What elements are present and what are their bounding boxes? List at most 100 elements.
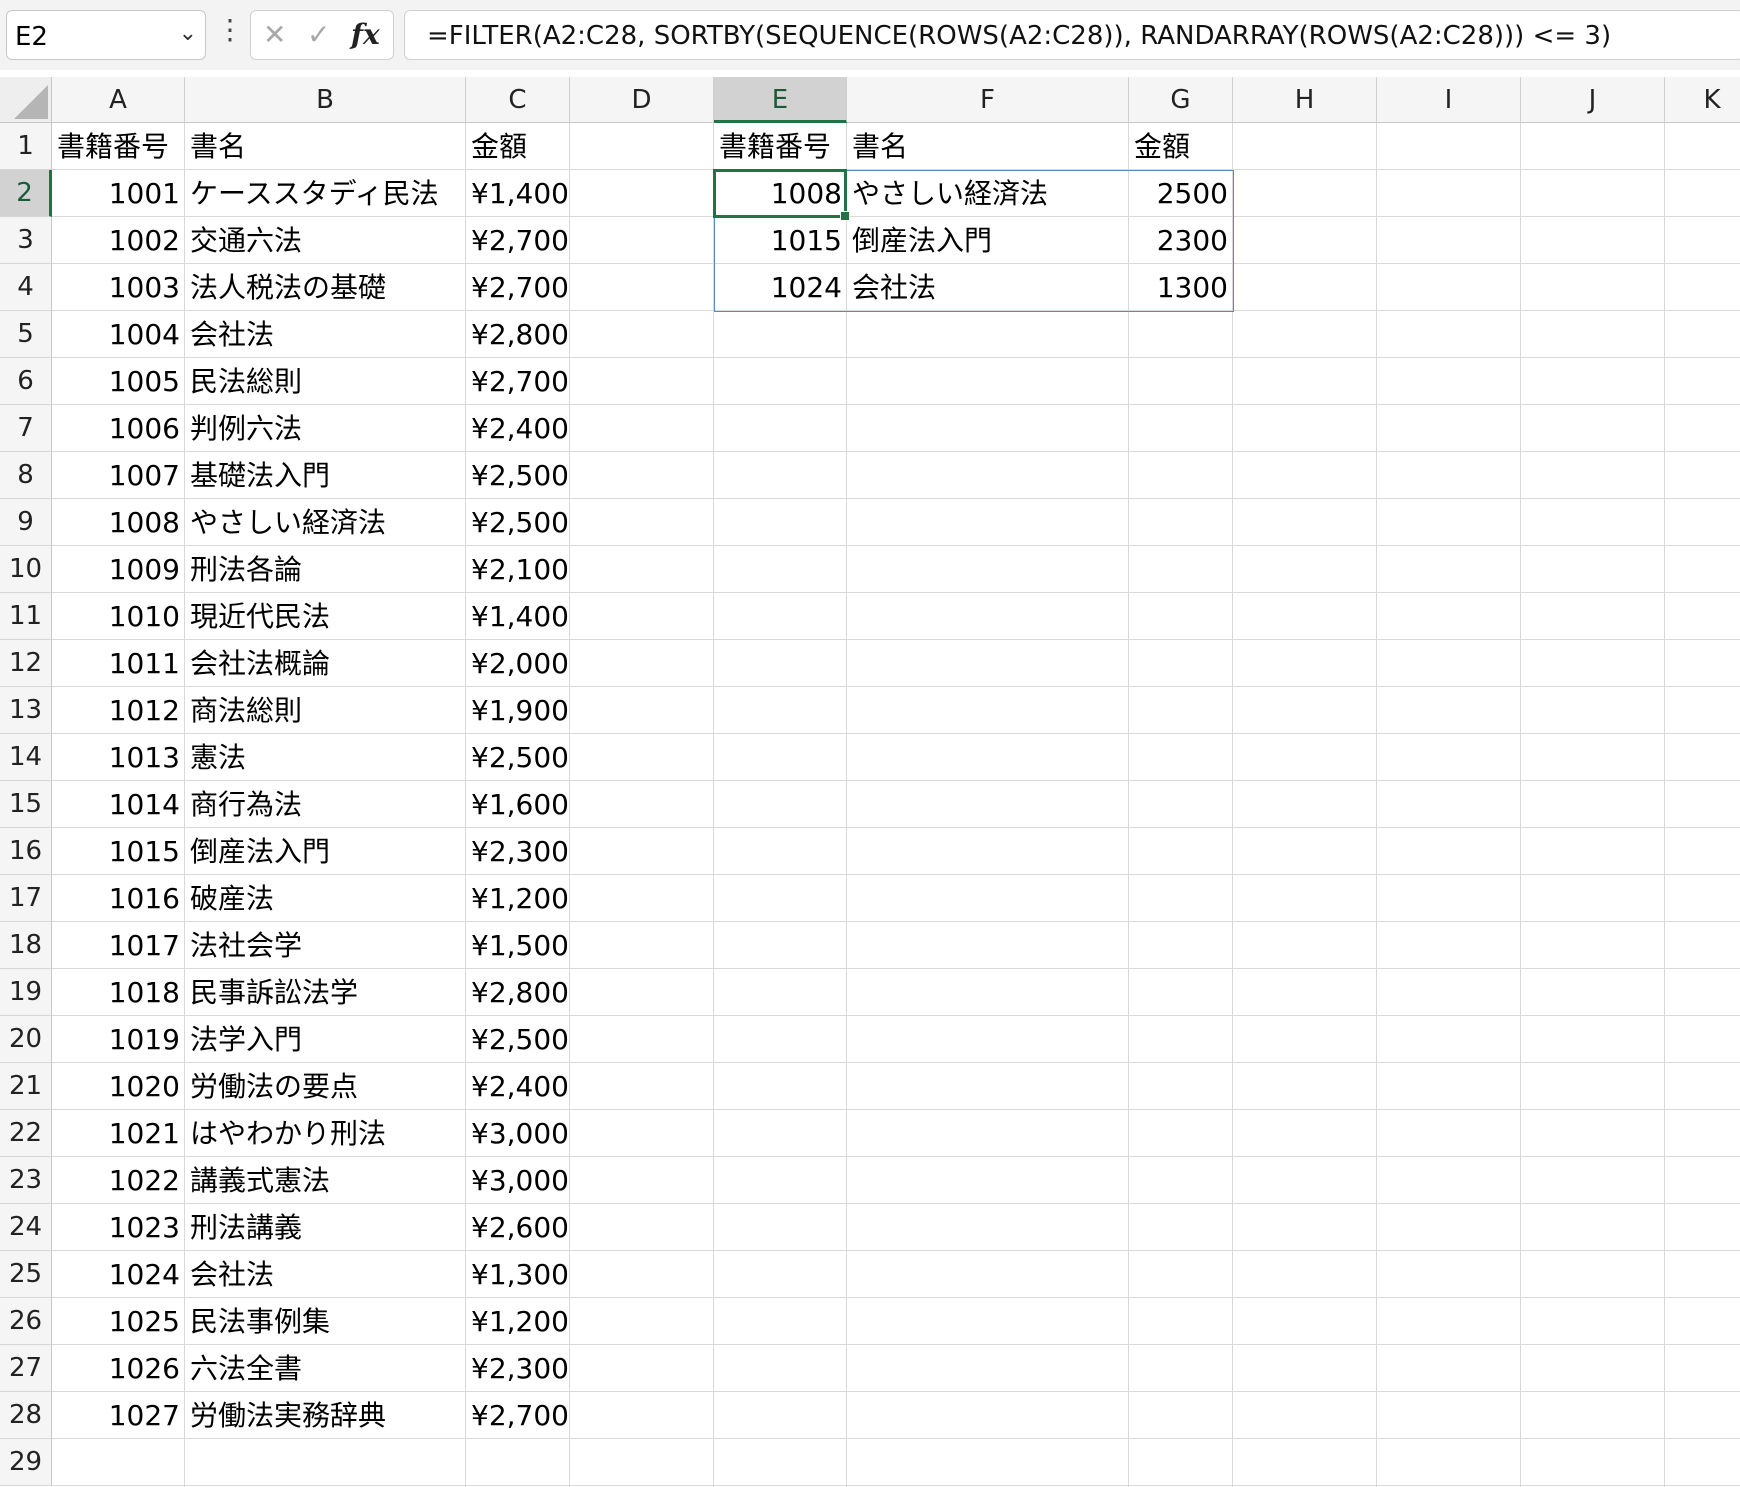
cell-B23[interactable]: 講義式憲法 [185, 1157, 466, 1204]
cell-C23[interactable]: ¥3,000 [466, 1157, 570, 1204]
cell-A19[interactable]: 1018 [52, 969, 185, 1016]
row-header-2[interactable]: 2 [0, 170, 52, 217]
row-header-13[interactable]: 13 [0, 687, 52, 734]
column-header-J[interactable]: J [1521, 77, 1665, 123]
cell-A3[interactable]: 1002 [52, 217, 185, 264]
row-header-19[interactable]: 19 [0, 969, 52, 1016]
cell-C18[interactable]: ¥1,500 [466, 922, 570, 969]
row-header-27[interactable]: 27 [0, 1345, 52, 1392]
cell-B18[interactable]: 法社会学 [185, 922, 466, 969]
cell-C20[interactable]: ¥2,500 [466, 1016, 570, 1063]
cell-A6[interactable]: 1005 [52, 358, 185, 405]
row-header-4[interactable]: 4 [0, 264, 52, 311]
cell-B3[interactable]: 交通六法 [185, 217, 466, 264]
result-cell-F4[interactable]: 会社法 [847, 264, 1129, 311]
row-header-22[interactable]: 22 [0, 1110, 52, 1157]
cell-B19[interactable]: 民事訴訟法学 [185, 969, 466, 1016]
cell-B20[interactable]: 法学入門 [185, 1016, 466, 1063]
column-header-K[interactable]: K [1665, 77, 1740, 123]
row-header-28[interactable]: 28 [0, 1392, 52, 1439]
cell-A25[interactable]: 1024 [52, 1251, 185, 1298]
row-header-3[interactable]: 3 [0, 217, 52, 264]
column-header-H[interactable]: H [1233, 77, 1377, 123]
result-cell-E2[interactable]: 1008 [714, 170, 847, 217]
cell-A11[interactable]: 1010 [52, 593, 185, 640]
cell-C11[interactable]: ¥1,400 [466, 593, 570, 640]
more-options-icon[interactable]: ⋮ [216, 16, 244, 44]
cell-A5[interactable]: 1004 [52, 311, 185, 358]
cell-B2[interactable]: ケーススタディ民法 [185, 170, 466, 217]
row-header-9[interactable]: 9 [0, 499, 52, 546]
column-header-G[interactable]: G [1129, 77, 1233, 123]
result-cell-G3[interactable]: 2300 [1129, 217, 1233, 264]
cell-C17[interactable]: ¥1,200 [466, 875, 570, 922]
column-header-D[interactable]: D [570, 77, 714, 123]
cell-B4[interactable]: 法人税法の基礎 [185, 264, 466, 311]
cell-C16[interactable]: ¥2,300 [466, 828, 570, 875]
row-header-6[interactable]: 6 [0, 358, 52, 405]
cell-B22[interactable]: はやわかり刑法 [185, 1110, 466, 1157]
cell-B10[interactable]: 刑法各論 [185, 546, 466, 593]
row-header-17[interactable]: 17 [0, 875, 52, 922]
cell-C12[interactable]: ¥2,000 [466, 640, 570, 687]
cell-B26[interactable]: 民法事例集 [185, 1298, 466, 1345]
cancel-icon[interactable]: ✕ [263, 18, 286, 51]
cell-C9[interactable]: ¥2,500 [466, 499, 570, 546]
cell-A22[interactable]: 1021 [52, 1110, 185, 1157]
cell-A23[interactable]: 1022 [52, 1157, 185, 1204]
column-header-B[interactable]: B [185, 77, 466, 123]
cell-B8[interactable]: 基礎法入門 [185, 452, 466, 499]
header-cell-B1[interactable]: 書名 [185, 123, 466, 170]
cell-B11[interactable]: 現近代民法 [185, 593, 466, 640]
cell-C7[interactable]: ¥2,400 [466, 405, 570, 452]
cell-C19[interactable]: ¥2,800 [466, 969, 570, 1016]
cell-C4[interactable]: ¥2,700 [466, 264, 570, 311]
row-header-18[interactable]: 18 [0, 922, 52, 969]
header-cell-A1[interactable]: 書籍番号 [52, 123, 185, 170]
cell-A20[interactable]: 1019 [52, 1016, 185, 1063]
row-header-26[interactable]: 26 [0, 1298, 52, 1345]
row-header-16[interactable]: 16 [0, 828, 52, 875]
header-cell-C1[interactable]: 金額 [466, 123, 570, 170]
row-header-10[interactable]: 10 [0, 546, 52, 593]
cell-B16[interactable]: 倒産法入門 [185, 828, 466, 875]
formula-input[interactable]: =FILTER(A2:C28, SORTBY(SEQUENCE(ROWS(A2:… [404, 10, 1740, 60]
cell-A26[interactable]: 1025 [52, 1298, 185, 1345]
chevron-down-icon[interactable]: ⌄ [179, 21, 197, 46]
row-header-11[interactable]: 11 [0, 593, 52, 640]
row-header-5[interactable]: 5 [0, 311, 52, 358]
cell-C22[interactable]: ¥3,000 [466, 1110, 570, 1157]
cell-C28[interactable]: ¥2,700 [466, 1392, 570, 1439]
cell-B17[interactable]: 破産法 [185, 875, 466, 922]
cell-C14[interactable]: ¥2,500 [466, 734, 570, 781]
column-header-I[interactable]: I [1377, 77, 1521, 123]
cell-A18[interactable]: 1017 [52, 922, 185, 969]
row-header-12[interactable]: 12 [0, 640, 52, 687]
row-header-8[interactable]: 8 [0, 452, 52, 499]
cell-B12[interactable]: 会社法概論 [185, 640, 466, 687]
cell-B24[interactable]: 刑法講義 [185, 1204, 466, 1251]
row-header-1[interactable]: 1 [0, 123, 52, 170]
result-cell-G2[interactable]: 2500 [1129, 170, 1233, 217]
column-header-F[interactable]: F [847, 77, 1129, 123]
cell-C26[interactable]: ¥1,200 [466, 1298, 570, 1345]
row-header-20[interactable]: 20 [0, 1016, 52, 1063]
row-header-24[interactable]: 24 [0, 1204, 52, 1251]
cell-B9[interactable]: やさしい経済法 [185, 499, 466, 546]
result-cell-E3[interactable]: 1015 [714, 217, 847, 264]
cell-A14[interactable]: 1013 [52, 734, 185, 781]
cell-B21[interactable]: 労働法の要点 [185, 1063, 466, 1110]
row-header-14[interactable]: 14 [0, 734, 52, 781]
cell-A21[interactable]: 1020 [52, 1063, 185, 1110]
cell-B15[interactable]: 商行為法 [185, 781, 466, 828]
cell-A12[interactable]: 1011 [52, 640, 185, 687]
cell-A27[interactable]: 1026 [52, 1345, 185, 1392]
column-header-E[interactable]: E [714, 77, 847, 123]
cell-C5[interactable]: ¥2,800 [466, 311, 570, 358]
cell-C3[interactable]: ¥2,700 [466, 217, 570, 264]
cell-C2[interactable]: ¥1,400 [466, 170, 570, 217]
select-all-button[interactable] [0, 77, 52, 123]
header-cell-E1[interactable]: 書籍番号 [714, 123, 847, 170]
cell-A2[interactable]: 1001 [52, 170, 185, 217]
row-header-29[interactable]: 29 [0, 1439, 52, 1486]
